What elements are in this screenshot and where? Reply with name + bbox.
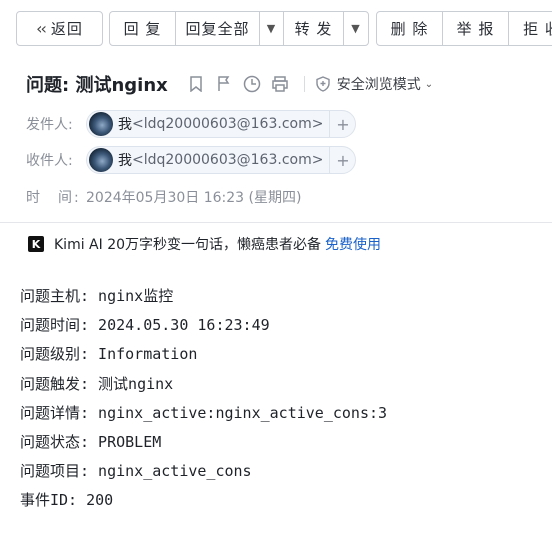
reply-all-button[interactable]: 回复全部 bbox=[176, 12, 260, 45]
flag-icon[interactable] bbox=[214, 74, 234, 94]
subject-row: 问题: 测试nginx 安全浏览模式 ⌄ bbox=[26, 70, 433, 98]
body-line: 问题主机: nginx监控 bbox=[20, 287, 174, 305]
recipient-email: <ldq20000603@163.com> bbox=[132, 152, 324, 168]
print-icon[interactable] bbox=[270, 74, 290, 94]
time-label: 时 间: bbox=[26, 190, 81, 206]
ad-link[interactable]: 免费使用 bbox=[325, 234, 381, 254]
body-line: 问题详情: nginx_active:nginx_active_cons:3 bbox=[20, 403, 388, 422]
action-button-group: 删 除 举 报 拒 收 bbox=[376, 11, 552, 46]
forward-more-dropdown[interactable]: ▼ bbox=[344, 12, 368, 45]
chevron-down-icon: ⌄ bbox=[424, 78, 434, 90]
chevron-down-icon: ▼ bbox=[266, 22, 277, 35]
safe-browsing-label: 安全浏览模式 bbox=[336, 77, 421, 93]
mail-toolbar: ‹‹ 返回 回 复 回复全部 ▼ 转 发 ▼ 删 除 举 报 拒 收 bbox=[0, 0, 552, 58]
add-contact-icon[interactable]: + bbox=[329, 147, 355, 173]
sender-name: 我 bbox=[118, 117, 132, 133]
back-label: 返回 bbox=[50, 20, 83, 38]
reject-button[interactable]: 拒 收 bbox=[509, 12, 552, 45]
clock-icon[interactable] bbox=[242, 74, 262, 94]
body-line: 问题级别: Information bbox=[20, 345, 198, 364]
chevron-down-icon: ▼ bbox=[351, 22, 361, 35]
kimi-logo-icon: K bbox=[28, 236, 44, 252]
reply-button-group: 回 复 回复全部 ▼ 转 发 ▼ bbox=[109, 11, 369, 46]
report-button[interactable]: 举 报 bbox=[443, 12, 509, 45]
time-row: 时 间: 2024年05月30日 16:23 (星期四) bbox=[26, 186, 301, 208]
back-button-group: ‹‹ 返回 bbox=[16, 11, 103, 46]
ad-banner: K Kimi AI 20万字秒变一句话，懒癌患者必备 免费使用 bbox=[28, 233, 381, 255]
body-line: 问题触发: 测试nginx bbox=[20, 374, 174, 393]
body-line: 问题状态: PROBLEM bbox=[20, 432, 162, 451]
safe-browsing-dropdown[interactable]: 安全浏览模式 ⌄ bbox=[315, 74, 433, 94]
reply-more-dropdown[interactable]: ▼ bbox=[260, 12, 284, 45]
shield-icon bbox=[316, 76, 330, 92]
ad-text: Kimi AI 20万字秒变一句话，懒癌患者必备 bbox=[54, 237, 322, 253]
header-body-divider bbox=[0, 222, 552, 223]
delete-button[interactable]: 删 除 bbox=[377, 12, 443, 45]
mail-subject: 问题: 测试nginx bbox=[26, 75, 168, 96]
body-line: 问题项目: nginx_active_cons bbox=[20, 462, 252, 481]
avatar bbox=[89, 148, 113, 172]
from-row: 发件人: 我 <ldq20000603@163.com> + bbox=[26, 109, 357, 139]
recipient-chip[interactable]: 我 <ldq20000603@163.com> + bbox=[86, 146, 357, 174]
bookmark-icon[interactable] bbox=[186, 74, 206, 94]
add-contact-icon[interactable]: + bbox=[329, 111, 355, 137]
to-row: 收件人: 我 <ldq20000603@163.com> + bbox=[26, 145, 357, 175]
reply-button[interactable]: 回 复 bbox=[110, 12, 176, 45]
time-value: 2024年05月30日 16:23 (星期四) bbox=[86, 190, 302, 206]
forward-button[interactable]: 转 发 bbox=[284, 12, 344, 45]
recipient-name: 我 bbox=[118, 153, 132, 169]
body-line: 问题时间: 2024.05.30 16:23:49 bbox=[20, 316, 270, 335]
back-button[interactable]: ‹‹ 返回 bbox=[17, 12, 102, 45]
sender-email: <ldq20000603@163.com> bbox=[132, 116, 324, 132]
mail-body: 问题主机: nginx监控 问题时间: 2024.05.30 16:23:49 … bbox=[20, 282, 387, 516]
double-chevron-left-icon: ‹‹ bbox=[36, 19, 47, 38]
to-label: 收件人: bbox=[26, 153, 73, 169]
from-label: 发件人: bbox=[26, 117, 73, 133]
avatar bbox=[89, 112, 113, 136]
header-divider bbox=[303, 76, 305, 92]
body-line: 事件ID: 200 bbox=[20, 491, 114, 510]
sender-chip[interactable]: 我 <ldq20000603@163.com> + bbox=[86, 110, 357, 138]
